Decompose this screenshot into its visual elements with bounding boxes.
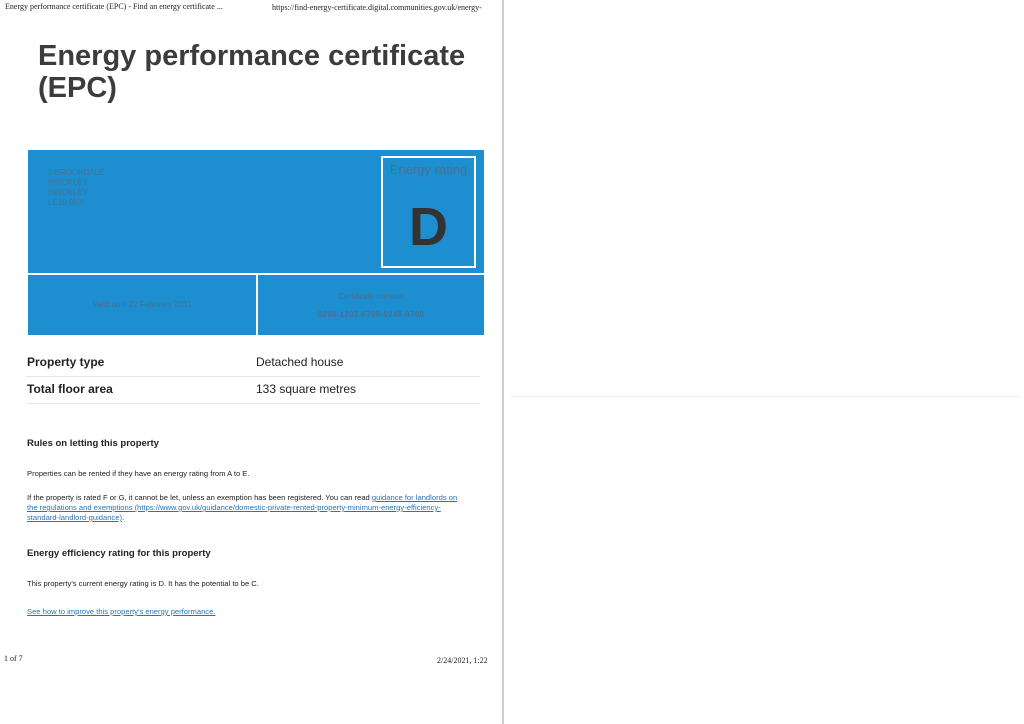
efficiency-paragraph: This property's current energy rating is… <box>27 579 259 588</box>
address-line: 2 BROOKDALE <box>48 168 105 177</box>
certificate-panel: 2 BROOKDALE HINCKLEY HINCKLEY LE10 0NX E… <box>28 150 484 335</box>
energy-rating-letter: D <box>409 197 448 257</box>
panel-divider-vertical <box>256 274 258 335</box>
improve-energy-performance-link[interactable]: See how to improve this property's energ… <box>27 607 215 616</box>
print-datetime: 2/24/2021, 1:22 <box>437 656 488 665</box>
valid-until: Valid until 22 February 2031 <box>92 300 192 309</box>
energy-rating-box: Energy rating D <box>381 156 476 268</box>
letting-paragraph-2-text: If the property is rated F or G, it cann… <box>27 493 372 502</box>
address-line: HINCKLEY <box>48 178 89 187</box>
summary-label: Property type <box>27 355 105 369</box>
print-header-title: Energy performance certificate (EPC) - F… <box>5 2 223 11</box>
energy-rating-label: Energy rating <box>389 162 468 177</box>
certificate-number: 0290-1203-6709-9248-0700 <box>317 310 425 319</box>
page-divider <box>502 0 504 724</box>
document-page: Energy performance certificate (EPC) - F… <box>0 0 503 724</box>
page-title: Energy performance certificate (EPC) <box>38 40 466 104</box>
letting-paragraph-2-end: . <box>121 513 125 522</box>
letting-paragraph-2: If the property is rated F or G, it cann… <box>27 493 467 523</box>
address-line: HINCKLEY <box>48 188 89 197</box>
letting-paragraph-1: Properties can be rented if they have an… <box>27 469 250 478</box>
summary-label: Total floor area <box>27 382 113 396</box>
summary-value: 133 square metres <box>256 382 357 396</box>
print-header-url: https://find-energy-certificate.digital.… <box>272 3 482 12</box>
summary-value: Detached house <box>256 355 344 369</box>
summary-row-property-type: Property type Detached house <box>27 349 480 377</box>
summary-row-floor-area: Total floor area 133 square metres <box>27 376 480 404</box>
blank-page-mark <box>510 396 1020 397</box>
page-counter: 1 of 7 <box>4 654 23 663</box>
address-line: LE10 0NX <box>48 198 85 207</box>
property-address: 2 BROOKDALE HINCKLEY HINCKLEY LE10 0NX <box>48 168 104 208</box>
efficiency-heading: Energy efficiency rating for this proper… <box>27 548 211 559</box>
letting-heading: Rules on letting this property <box>27 438 159 449</box>
improve-link-paragraph: See how to improve this property's energ… <box>27 607 467 617</box>
certificate-number-label: Certificate number <box>338 292 404 301</box>
